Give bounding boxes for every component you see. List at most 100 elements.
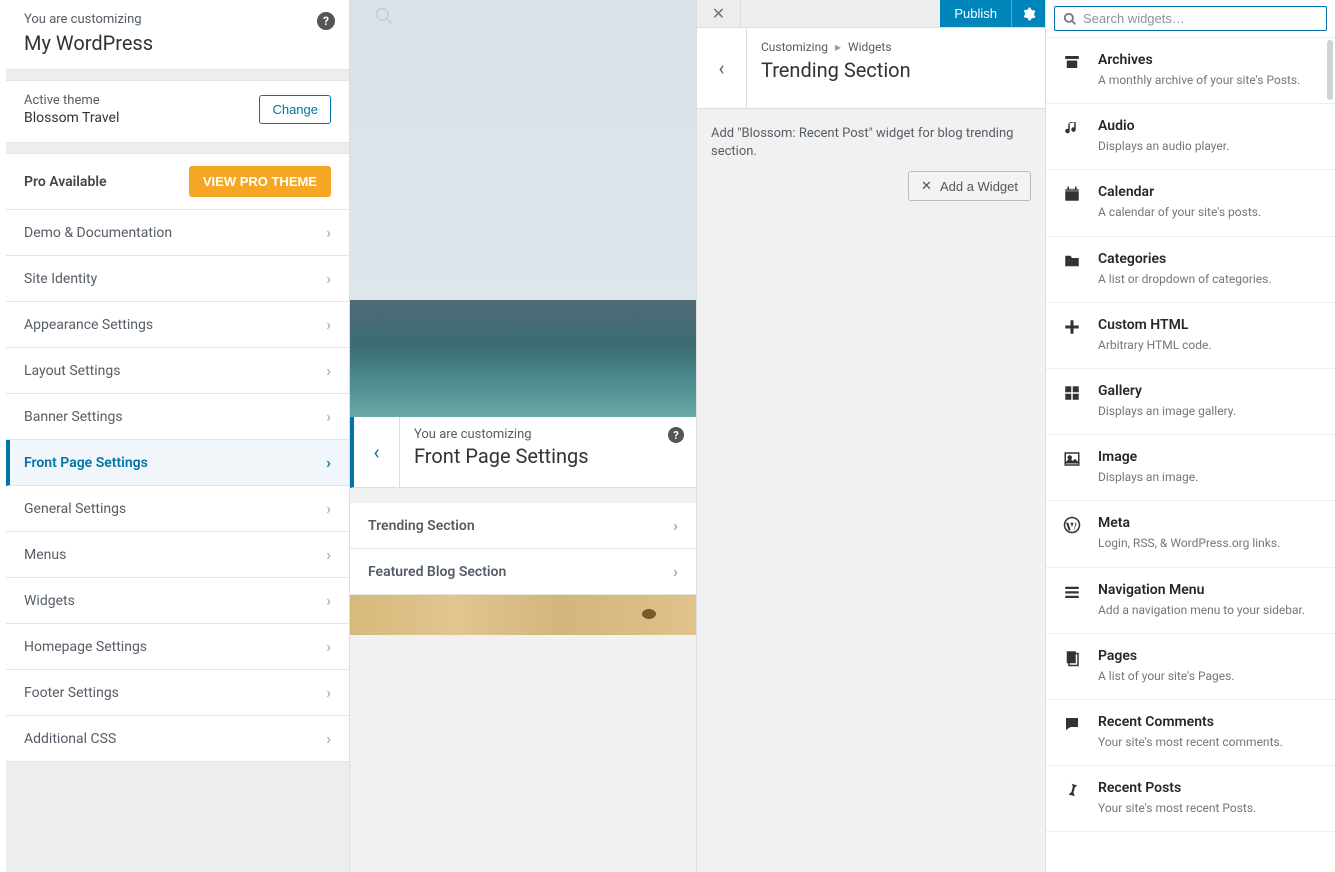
chevron-right-icon: ›: [326, 361, 331, 380]
widget-desc: A calendar of your site's posts.: [1098, 204, 1321, 220]
menu-item-label: Front Page Settings: [24, 455, 148, 471]
menu-item-layout-settings[interactable]: Layout Settings ›: [6, 348, 349, 394]
panel1-header: You are customizing My WordPress ?: [6, 0, 349, 70]
widget-item-nav-menu[interactable]: Navigation Menu Add a navigation menu to…: [1046, 568, 1335, 634]
widget-name: Categories: [1098, 251, 1321, 267]
publish-button[interactable]: Publish: [940, 0, 1011, 27]
menu-item-appearance-settings[interactable]: Appearance Settings ›: [6, 302, 349, 348]
chevron-right-icon: ›: [673, 516, 678, 535]
archive-icon: [1060, 52, 1084, 88]
widget-item-gallery[interactable]: Gallery Displays an image gallery.: [1046, 369, 1335, 435]
back-button[interactable]: ‹: [354, 417, 400, 487]
widget-search-input[interactable]: [1083, 11, 1318, 26]
widget-name: Audio: [1098, 118, 1321, 134]
widget-desc: A monthly archive of your site's Posts.: [1098, 72, 1321, 88]
section-item-label: Trending Section: [368, 518, 475, 534]
active-theme-row: Active theme Blossom Travel Change: [6, 80, 349, 143]
add-widget-button[interactable]: ✕ Add a Widget: [908, 171, 1031, 201]
close-button[interactable]: ✕: [697, 0, 741, 27]
widget-item-audio[interactable]: Audio Displays an audio player.: [1046, 104, 1335, 170]
view-pro-theme-button[interactable]: VIEW PRO THEME: [189, 166, 331, 197]
widget-name: Pages: [1098, 648, 1321, 664]
widget-chooser-panel: Archives A monthly archive of your site'…: [1045, 0, 1335, 872]
menu-icon: [1060, 582, 1084, 618]
panel2-subtitle: You are customizing: [414, 427, 682, 442]
folder-icon: [1060, 251, 1084, 287]
menu-item-front-page-settings[interactable]: Front Page Settings ›: [6, 440, 349, 486]
widget-item-image[interactable]: Image Displays an image.: [1046, 435, 1335, 501]
menu-item-menus[interactable]: Menus ›: [6, 532, 349, 578]
widget-name: Custom HTML: [1098, 317, 1321, 333]
panel1-menu-list: Demo & Documentation › Site Identity › A…: [6, 210, 349, 762]
audio-icon: [1060, 118, 1084, 154]
widget-item-meta[interactable]: Meta Login, RSS, & WordPress.org links.: [1046, 501, 1335, 567]
help-icon[interactable]: ?: [668, 427, 684, 443]
menu-item-label: Layout Settings: [24, 363, 120, 379]
section-item-label: Featured Blog Section: [368, 564, 506, 580]
widget-item-pages[interactable]: Pages A list of your site's Pages.: [1046, 634, 1335, 700]
widget-desc: Displays an image.: [1098, 469, 1321, 485]
section-item-trending[interactable]: Trending Section ›: [350, 503, 696, 549]
widget-item-categories[interactable]: Categories A list or dropdown of categor…: [1046, 237, 1335, 303]
front-page-settings-panel: ‹ You are customizing Front Page Setting…: [350, 0, 696, 872]
widget-name: Navigation Menu: [1098, 582, 1321, 598]
preview-sand-image: [350, 595, 696, 635]
widget-name: Calendar: [1098, 184, 1321, 200]
close-icon: ✕: [921, 178, 932, 194]
chevron-right-icon: ›: [326, 637, 331, 656]
breadcrumb-item: Customizing: [761, 40, 828, 54]
menu-item-widgets[interactable]: Widgets ›: [6, 578, 349, 624]
widget-item-recent-comments[interactable]: Recent Comments Your site's most recent …: [1046, 700, 1335, 766]
widget-desc: A list of your site's Pages.: [1098, 668, 1321, 684]
gallery-icon: [1060, 383, 1084, 419]
widget-search[interactable]: [1054, 6, 1327, 31]
widget-name: Recent Comments: [1098, 714, 1321, 730]
breadcrumb-item: Widgets: [848, 40, 892, 54]
wordpress-icon: [1060, 515, 1084, 551]
panel3-topbar: ✕ Publish: [697, 0, 1045, 28]
pages-icon: [1060, 648, 1084, 684]
chevron-right-icon: ›: [326, 453, 331, 472]
image-icon: [1060, 449, 1084, 485]
chevron-right-icon: ›: [326, 683, 331, 702]
chevron-right-icon: ›: [673, 562, 678, 581]
menu-item-label: Widgets: [24, 593, 75, 609]
widget-search-wrap: [1046, 0, 1335, 38]
back-button[interactable]: ‹: [697, 28, 747, 108]
preview-sky-image: [350, 0, 696, 300]
menu-item-general-settings[interactable]: General Settings ›: [6, 486, 349, 532]
menu-item-site-identity[interactable]: Site Identity ›: [6, 256, 349, 302]
menu-item-demo-documentation[interactable]: Demo & Documentation ›: [6, 210, 349, 256]
help-icon[interactable]: ?: [317, 12, 335, 30]
widget-desc: Displays an image gallery.: [1098, 403, 1321, 419]
menu-item-label: General Settings: [24, 501, 126, 517]
widget-desc: Your site's most recent comments.: [1098, 734, 1321, 750]
preview-sea-image: [350, 300, 696, 417]
scrollbar[interactable]: [1327, 40, 1333, 100]
calendar-icon: [1060, 184, 1084, 220]
widget-item-recent-posts[interactable]: Recent Posts Your site's most recent Pos…: [1046, 766, 1335, 832]
widget-name: Archives: [1098, 52, 1321, 68]
chevron-right-icon: ›: [326, 729, 331, 748]
widget-item-archives[interactable]: Archives A monthly archive of your site'…: [1046, 38, 1335, 104]
pro-available-label: Pro Available: [24, 174, 107, 190]
search-icon: [1063, 12, 1077, 26]
panel3-title: Trending Section: [761, 58, 1031, 82]
widget-item-calendar[interactable]: Calendar A calendar of your site's posts…: [1046, 170, 1335, 236]
menu-item-additional-css[interactable]: Additional CSS ›: [6, 716, 349, 762]
menu-item-banner-settings[interactable]: Banner Settings ›: [6, 394, 349, 440]
widget-list: Archives A monthly archive of your site'…: [1046, 38, 1335, 832]
search-icon[interactable]: [374, 6, 394, 26]
menu-item-footer-settings[interactable]: Footer Settings ›: [6, 670, 349, 716]
trending-section-panel: ✕ Publish ‹ Customizing ▸ Widgets Trendi…: [696, 0, 1045, 872]
gear-icon[interactable]: [1011, 0, 1045, 27]
chevron-right-icon: ›: [326, 591, 331, 610]
change-theme-button[interactable]: Change: [259, 95, 331, 124]
comment-icon: [1060, 714, 1084, 750]
menu-item-label: Site Identity: [24, 271, 97, 287]
widget-name: Gallery: [1098, 383, 1321, 399]
section-item-featured-blog[interactable]: Featured Blog Section ›: [350, 549, 696, 595]
widget-item-custom-html[interactable]: Custom HTML Arbitrary HTML code.: [1046, 303, 1335, 369]
chevron-right-icon: ›: [326, 499, 331, 518]
menu-item-homepage-settings[interactable]: Homepage Settings ›: [6, 624, 349, 670]
